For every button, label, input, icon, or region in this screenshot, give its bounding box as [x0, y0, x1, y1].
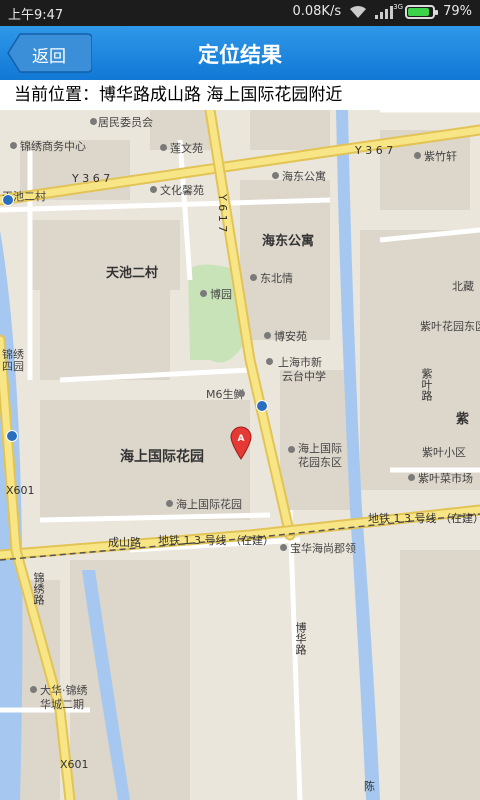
road-label-chen: 陈 — [364, 780, 375, 793]
poi-dot — [272, 172, 279, 179]
status-time: 上午9:47 — [8, 8, 64, 23]
map-label-wenhua-shuyuan: 文化馨苑 — [160, 184, 204, 197]
map-label-lianwenyuan: 莲文苑 — [170, 142, 203, 155]
map-view[interactable]: 居民委员会 锦绣商务中心 莲文苑 Y 3 6 7 Y 3 6 7 海东公寓 紫竹… — [0, 110, 480, 800]
map-label-haishang-guoji-huayuan: 海上国际花园 — [120, 449, 204, 465]
network-speed: 0.08K/s — [292, 4, 342, 19]
poi-dot — [280, 544, 287, 551]
road-label-bohua-road: 博华路 — [294, 622, 307, 655]
poi-dot — [90, 118, 97, 125]
poi-dot — [160, 144, 167, 151]
network-type: 3G — [393, 2, 404, 11]
poi-dot — [264, 332, 271, 339]
road-label-x601-bottom: X601 — [60, 758, 89, 771]
map-label-zhuye-market: 紫叶菜市场 — [418, 472, 473, 485]
map-label-sidi-yuan: 四园 — [2, 360, 24, 373]
location-marker-icon[interactable]: A — [230, 426, 252, 460]
map-label-yuntai-zhongxue: 云台中学 — [282, 370, 326, 383]
battery-icon — [405, 4, 439, 19]
poi-dot — [150, 186, 157, 193]
bus-stop-icon[interactable] — [256, 400, 268, 412]
status-indicators: 0.08K/s 3G 79% — [292, 3, 472, 20]
map-label-dahua-jinxiu-2: 华城二期 — [40, 698, 84, 711]
poi-dot — [414, 152, 421, 159]
location-marker-label: A — [238, 434, 245, 444]
title-bar: 返回 定位结果 — [0, 26, 480, 80]
road-label-x601-top: X601 — [6, 484, 35, 497]
map-label-boanyuan: 博安苑 — [274, 330, 307, 343]
road-label-y367-left: Y 3 6 7 — [72, 172, 111, 185]
bus-stop-icon[interactable] — [2, 194, 14, 206]
map-label-haidong-gongyu: 海东公寓 — [262, 234, 315, 249]
map-label-boyuan: 博园 — [210, 288, 232, 301]
poi-dot — [166, 500, 173, 507]
road-label-metro-left: 地铁 1 3 号线 （在建） — [158, 534, 274, 547]
road-label-y617: Y 6 1 7 — [216, 194, 229, 233]
current-location-text: 当前位置：博华路成山路 海上国际花园附近 — [0, 80, 480, 110]
map-label-zhuye-xiaoqu: 紫叶小区 — [422, 446, 466, 459]
poi-dot — [266, 358, 273, 365]
map-label-haidong-gongyu-small: 海东公寓 — [282, 170, 326, 183]
map-label-beijing: 北藏 — [452, 280, 474, 293]
map-label-zi: 紫 — [456, 412, 470, 427]
poi-dot — [238, 390, 245, 397]
map-label-dongbeiqing: 东北情 — [260, 272, 293, 285]
map-label-jinxiu-business: 锦绣商务中心 — [20, 140, 86, 153]
road-label-metro-right: 地铁 1 3 号线 （在建） — [368, 512, 480, 525]
poi-dot — [288, 446, 295, 453]
poi-dot — [30, 686, 37, 693]
map-label-zhuzhuxuan: 紫竹轩 — [424, 150, 457, 163]
map-label-haishang-guoji-huayuan-small: 海上国际花园 — [176, 498, 242, 511]
map-label-juweihui: 居民委员会 — [98, 116, 153, 129]
road-label-chengshan-road: 成山路 — [108, 536, 141, 549]
signal-icon: 3G — [375, 3, 403, 19]
map-label-haishang-dongqu-2: 花园东区 — [298, 456, 342, 469]
poi-dot — [250, 274, 257, 281]
battery-percent: 79% — [443, 4, 472, 19]
map-label-baohua-haishang: 宝华海尚郡领 — [290, 542, 356, 555]
map-label-zhuye-huayuan-dongqu: 紫叶花园东区 — [420, 320, 480, 333]
poi-dot — [10, 142, 17, 149]
road-label-y367-right: Y 3 6 7 — [355, 144, 394, 157]
road-label-zhuye-road: 紫叶路 — [420, 368, 433, 401]
page-title: 定位结果 — [198, 43, 282, 67]
poi-dot — [200, 290, 207, 297]
wifi-icon — [350, 5, 367, 18]
status-bar: 上午9:47 0.08K/s 3G 79% — [0, 0, 480, 26]
road-label-jinxiu-road: 锦绣路 — [32, 572, 45, 605]
bus-stop-icon[interactable] — [6, 430, 18, 442]
map-label-tianchi-ercun: 天池二村 — [106, 266, 159, 281]
poi-dot — [408, 474, 415, 481]
